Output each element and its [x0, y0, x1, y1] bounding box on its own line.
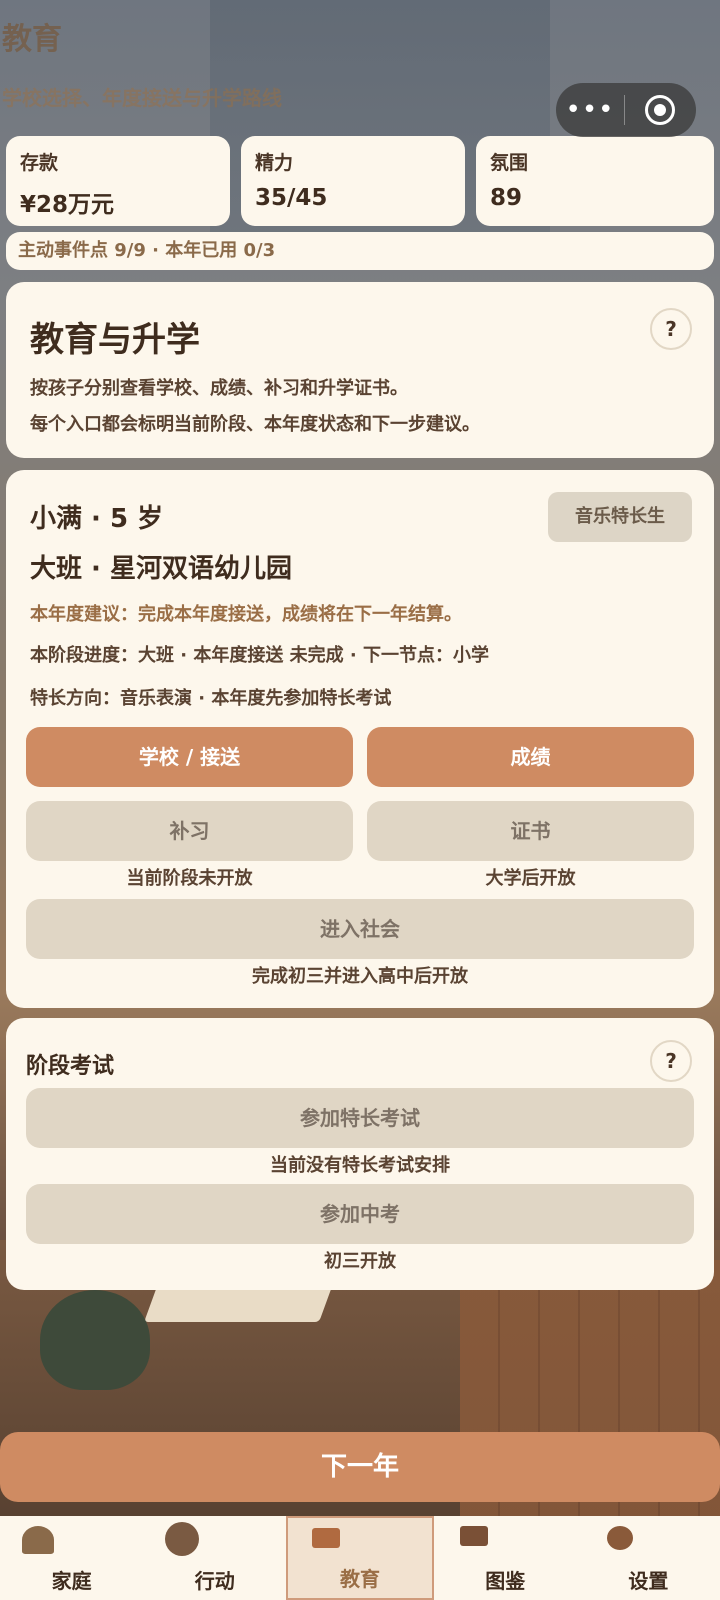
stat-label: 存款: [20, 152, 59, 174]
stage-exam-card: 阶段考试 ? 参加特长考试 当前没有特长考试安排 参加中考 初三开放: [6, 1018, 714, 1290]
intro-card: 教育与升学 ? 按孩子分别查看学校、成绩、补习和升学证书。 每个入口都会标明当前…: [6, 282, 714, 458]
tab-collection[interactable]: 图鉴: [434, 1516, 577, 1600]
target-circle-icon[interactable]: [625, 95, 695, 125]
tab-action[interactable]: 行动: [143, 1516, 286, 1600]
event-points-bar: 主动事件点 9/9 · 本年已用 0/3: [6, 232, 714, 270]
child-card: 小满 · 5 岁 音乐特长生 大班 · 星河双语幼儿园 本年度建议：完成本年度接…: [6, 470, 714, 1008]
tab-label: 设置: [628, 1569, 669, 1593]
talent-badge: 音乐特长生: [548, 492, 692, 542]
tab-label: 图鉴: [485, 1569, 526, 1593]
bottom-tab-bar: 家庭 行动 教育 图鉴 设置: [0, 1516, 720, 1600]
stat-atmosphere: 氛围 89: [476, 136, 714, 226]
tab-settings[interactable]: 设置: [577, 1516, 720, 1600]
stat-energy: 精力 35/45: [241, 136, 465, 226]
tutoring-button[interactable]: 补习: [26, 801, 353, 861]
intro-line-1: 按孩子分别查看学校、成绩、补习和升学证书。: [30, 378, 408, 399]
help-button[interactable]: ?: [650, 308, 692, 350]
intro-title: 教育与升学: [30, 320, 200, 360]
action-icon: [165, 1522, 200, 1556]
help-button[interactable]: ?: [650, 1040, 692, 1082]
page-title: 教育: [2, 22, 62, 57]
child-name-age: 小满 · 5 岁: [30, 504, 164, 534]
yearly-suggestion: 本年度建议：完成本年度接送，成绩将在下一年结算。: [30, 604, 462, 625]
page-subtitle: 学校选择、年度接送与升学路线: [2, 86, 282, 110]
certificate-button[interactable]: 证书: [367, 801, 694, 861]
collection-book-icon: [459, 1526, 488, 1546]
stat-value: 89: [490, 185, 523, 211]
intro-line-2: 每个入口都会标明当前阶段、本年度状态和下一步建议。: [30, 414, 480, 435]
education-book-icon: [312, 1528, 341, 1548]
talent-direction: 特长方向：音乐表演 · 本年度先参加特长考试: [30, 688, 392, 709]
school-pickup-button[interactable]: 学校 / 接送: [26, 727, 353, 787]
tab-label: 行动: [194, 1569, 235, 1593]
tab-education[interactable]: 教育: [286, 1516, 434, 1600]
child-school: 大班 · 星河双语幼儿园: [30, 554, 292, 584]
exam-title: 阶段考试: [26, 1054, 115, 1079]
tab-label: 家庭: [51, 1569, 92, 1593]
stat-value: ¥28万元: [20, 192, 115, 218]
stage-progress: 本阶段进度：大班 · 本年度接送 未完成 · 下一节点：小学: [30, 645, 490, 666]
enter-society-button[interactable]: 进入社会: [26, 899, 694, 959]
settings-icon: [606, 1526, 633, 1550]
more-dots-icon[interactable]: •••: [556, 83, 624, 137]
stat-label: 精力: [255, 152, 294, 174]
tab-family[interactable]: 家庭: [0, 1516, 143, 1600]
stat-value: 35/45: [255, 185, 328, 211]
certificate-note: 大学后开放: [485, 868, 576, 889]
society-note: 完成初三并进入高中后开放: [252, 966, 468, 987]
talent-exam-button[interactable]: 参加特长考试: [26, 1088, 694, 1148]
zhongkao-button[interactable]: 参加中考: [26, 1184, 694, 1244]
zhongkao-note: 初三开放: [324, 1251, 396, 1272]
mini-program-capsule: •••: [556, 83, 696, 137]
stat-label: 氛围: [490, 152, 529, 174]
stat-savings: 存款 ¥28万元: [6, 136, 230, 226]
tab-label: 教育: [340, 1567, 380, 1591]
next-year-button[interactable]: 下一年: [0, 1432, 720, 1502]
grades-button[interactable]: 成绩: [367, 727, 694, 787]
family-icon: [22, 1526, 54, 1554]
tutoring-note: 当前阶段未开放: [126, 868, 253, 889]
talent-exam-note: 当前没有特长考试安排: [270, 1155, 450, 1176]
